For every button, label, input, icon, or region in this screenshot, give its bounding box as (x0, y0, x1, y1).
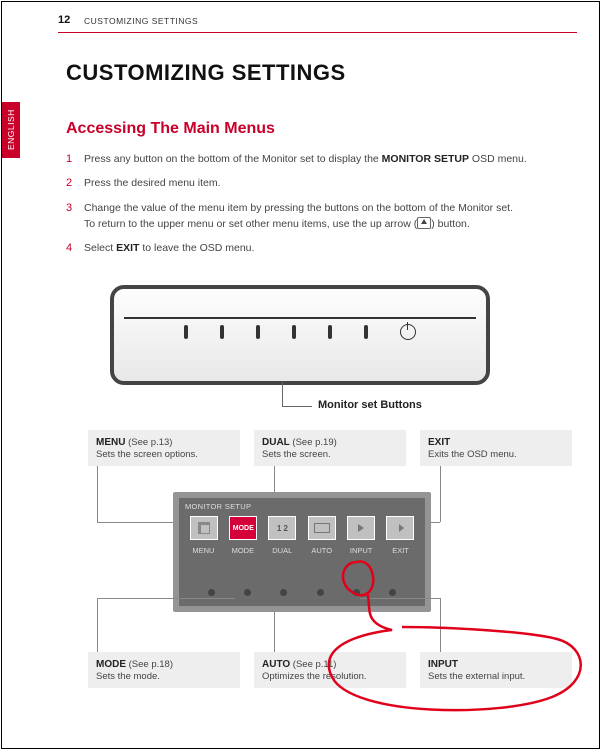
manual-page: 12 CUSTOMIZING SETTINGS ENGLISH CUSTOMIZ… (1, 1, 600, 749)
desc-auto: AUTO (See p.11) Optimizes the resolution… (254, 652, 406, 688)
osd-icon-auto (308, 516, 336, 540)
osd-dot (389, 589, 396, 596)
osd-icon-dual: 1 2 (268, 516, 296, 540)
step-2: 2 Press the desired menu item. (66, 176, 569, 191)
osd-label: DUAL (267, 546, 297, 555)
osd-icon-mode: MODE (229, 516, 257, 540)
osd-dot (317, 589, 324, 596)
monitor-illustration (110, 285, 490, 385)
button-slot (184, 325, 188, 339)
steps-list: 1 Press any button on the bottom of the … (66, 152, 569, 266)
section-subtitle: Accessing The Main Menus (66, 120, 275, 138)
monitor-bezel (110, 285, 490, 385)
button-slot (256, 325, 260, 339)
osd-label: AUTO (307, 546, 337, 555)
osd-title: MONITOR SETUP (185, 502, 251, 511)
button-slot (292, 325, 296, 339)
button-slot (364, 325, 368, 339)
header-rule (58, 32, 577, 33)
leader-line (282, 406, 312, 407)
osd-label: MENU (188, 546, 218, 555)
button-slot (328, 325, 332, 339)
desc-exit: EXIT Exits the OSD menu. (420, 430, 572, 466)
osd-label: INPUT (346, 546, 376, 555)
osd-panel: MONITOR SETUP MODE 1 2 MENU MODE DUAL AU… (173, 492, 431, 612)
desc-dual: DUAL (See p.19) Sets the screen. (254, 430, 406, 466)
desc-mode: MODE (See p.18) Sets the mode. (88, 652, 240, 688)
osd-icon-exit (386, 516, 414, 540)
page-number: 12 (58, 14, 70, 26)
monitor-buttons-row (114, 325, 486, 341)
leader-line (282, 382, 283, 406)
osd-dot (280, 589, 287, 596)
language-tab: ENGLISH (2, 102, 20, 158)
step-3: 3 Change the value of the menu item by p… (66, 201, 569, 232)
step-4: 4 Select EXIT to leave the OSD menu. (66, 241, 569, 256)
button-slot (220, 325, 224, 339)
desc-input: INPUT Sets the external input. (420, 652, 572, 688)
osd-dot (208, 589, 215, 596)
power-icon (400, 324, 416, 340)
osd-icon-input (347, 516, 375, 540)
osd-dot (244, 589, 251, 596)
osd-label: EXIT (386, 546, 416, 555)
monitor-caption: Monitor set Buttons (318, 399, 422, 411)
osd-icon-menu (190, 516, 218, 540)
step-1: 1 Press any button on the bottom of the … (66, 152, 569, 167)
up-arrow-icon (417, 217, 431, 229)
page-title: CUSTOMIZING SETTINGS (66, 60, 346, 86)
osd-dot (353, 589, 360, 596)
desc-menu: MENU (See p.13) Sets the screen options. (88, 430, 240, 466)
header-section-label: CUSTOMIZING SETTINGS (84, 16, 198, 26)
osd-label: MODE (228, 546, 258, 555)
